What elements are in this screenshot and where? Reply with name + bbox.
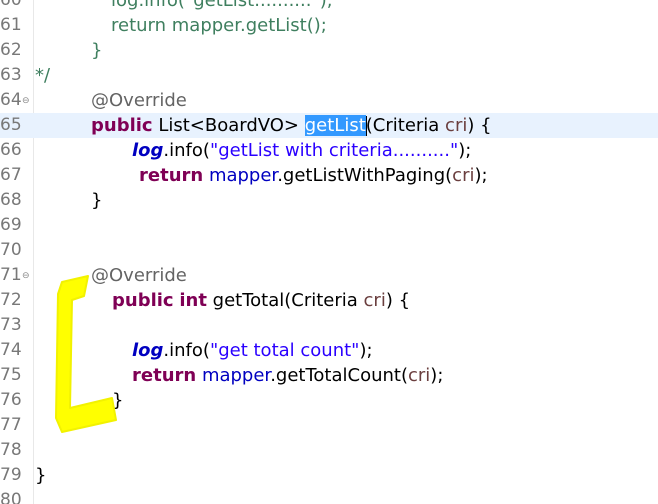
line-number: 70 bbox=[0, 240, 22, 260]
code-token: ); bbox=[458, 140, 472, 161]
code-line[interactable]: 61 return mapper.getList(); bbox=[0, 13, 658, 38]
line-number: 79 bbox=[0, 465, 22, 485]
line-number: 74 bbox=[0, 340, 22, 360]
code-token: .getListWithPaging( bbox=[277, 165, 453, 186]
code-token: "getList with criteria.........." bbox=[209, 140, 459, 161]
code-text[interactable]: public int getTotal(Criteria cri) { bbox=[112, 288, 410, 313]
code-line[interactable]: 66 log.info("getList with criteria.......… bbox=[0, 138, 658, 163]
code-line[interactable]: 71 ⊖ @Override bbox=[0, 263, 658, 288]
code-token: log.info("getList.........."); bbox=[111, 0, 333, 11]
code-token: log bbox=[132, 340, 164, 361]
code-line[interactable]: 62} bbox=[0, 38, 658, 63]
code-token: .info( bbox=[163, 340, 210, 361]
code-line[interactable]: 68} bbox=[0, 188, 658, 213]
code-token: ); bbox=[359, 340, 373, 361]
line-number: 78 bbox=[0, 440, 22, 460]
code-line[interactable]: 70 bbox=[0, 238, 658, 263]
line-number: 80 bbox=[0, 490, 22, 504]
code-line[interactable]: 60 log.info("getList.........."); bbox=[0, 0, 658, 13]
code-token: return bbox=[132, 365, 197, 386]
code-token: ); bbox=[474, 165, 488, 186]
code-token: } bbox=[91, 40, 103, 61]
line-number: 66 bbox=[0, 140, 22, 160]
code-line[interactable]: 74 log.info("get total count"); bbox=[0, 338, 658, 363]
line-number: 65 bbox=[0, 115, 22, 135]
code-text[interactable]: log.info("getList with criteria.........… bbox=[132, 138, 471, 163]
code-token: @Override bbox=[91, 90, 187, 111]
code-editor[interactable]: 60 log.info("getList.........."); 61 return… bbox=[0, 0, 658, 504]
code-text[interactable]: log.info("getList.........."); bbox=[111, 0, 333, 13]
line-number: 62 bbox=[0, 40, 22, 60]
code-token: .getTotalCount( bbox=[270, 365, 408, 386]
line-number: 61 bbox=[0, 15, 22, 35]
code-line[interactable]: 79} bbox=[0, 463, 658, 488]
code-text[interactable]: } bbox=[112, 388, 123, 413]
line-number: 63 bbox=[0, 65, 22, 85]
line-number: 69 bbox=[0, 215, 22, 235]
code-text[interactable]: return mapper.getList(); bbox=[111, 13, 327, 38]
code-token: } bbox=[35, 465, 47, 486]
code-token: ) { bbox=[385, 290, 411, 311]
fold-toggle-icon[interactable]: ⊖ bbox=[22, 264, 30, 289]
line-number: 76 bbox=[0, 390, 22, 410]
code-token: cri bbox=[363, 290, 386, 311]
code-text[interactable]: public List<BoardVO> getList(Criteria cr… bbox=[91, 113, 492, 138]
code-token: */ bbox=[35, 65, 51, 86]
code-token: return mapper.getList(); bbox=[111, 15, 327, 36]
code-token: cri bbox=[407, 365, 431, 386]
code-token: mapper bbox=[208, 165, 278, 186]
line-number: 72 bbox=[0, 290, 22, 310]
code-line[interactable]: 77 bbox=[0, 413, 658, 438]
line-number: 75 bbox=[0, 365, 22, 385]
line-number: 71 bbox=[0, 265, 22, 285]
line-number: 60 bbox=[0, 0, 22, 10]
code-token: return bbox=[139, 165, 204, 186]
code-token: "get total count" bbox=[209, 340, 360, 361]
code-token: public bbox=[112, 290, 174, 311]
line-number: 64 bbox=[0, 90, 22, 110]
code-text[interactable]: } bbox=[91, 188, 102, 213]
code-line[interactable]: 72 public int getTotal(Criteria cri) { bbox=[0, 288, 658, 313]
code-text[interactable]: log.info("get total count"); bbox=[132, 338, 373, 363]
code-token: mapper bbox=[201, 365, 271, 386]
code-token: int bbox=[179, 290, 207, 311]
code-line[interactable]: 63 */ bbox=[0, 63, 658, 88]
code-token: ) { bbox=[467, 115, 492, 136]
code-text[interactable]: @Override bbox=[91, 263, 187, 288]
fold-toggle-icon[interactable]: ⊖ bbox=[22, 89, 30, 114]
line-number: 67 bbox=[0, 165, 22, 185]
code-token: cri bbox=[445, 115, 468, 136]
selected-text: getList bbox=[304, 115, 366, 136]
code-line[interactable]: 64 ⊖ @Override bbox=[0, 88, 658, 113]
code-line[interactable]: 69 bbox=[0, 213, 658, 238]
code-line[interactable]: 75 return mapper.getTotalCount(cri); bbox=[0, 363, 658, 388]
code-text[interactable]: */ bbox=[35, 63, 50, 88]
line-number: 68 bbox=[0, 190, 22, 210]
code-line[interactable]: 80 bbox=[0, 488, 658, 504]
code-token: .info( bbox=[163, 140, 210, 161]
code-text[interactable]: return mapper.getTotalCount(cri); bbox=[132, 363, 443, 388]
code-token: log bbox=[132, 140, 164, 161]
code-token: getTotal(Criteria bbox=[206, 290, 364, 311]
code-token: List<BoardVO> bbox=[152, 115, 305, 136]
code-line[interactable]: 76} bbox=[0, 388, 658, 413]
code-token: cri bbox=[452, 165, 475, 186]
line-number: 73 bbox=[0, 315, 22, 335]
code-line[interactable]: 67 return mapper.getListWithPaging(cri); bbox=[0, 163, 658, 188]
line-number: 77 bbox=[0, 415, 22, 435]
code-token: public bbox=[91, 115, 153, 136]
code-text[interactable]: } bbox=[35, 463, 46, 488]
code-line[interactable]: 65 public List<BoardVO> getList(Criteria … bbox=[0, 113, 658, 138]
code-token: } bbox=[112, 390, 124, 411]
code-text[interactable]: } bbox=[91, 38, 102, 63]
code-text[interactable]: @Override bbox=[91, 88, 187, 113]
code-token: ); bbox=[430, 365, 444, 386]
code-token: @Override bbox=[91, 265, 187, 286]
code-line[interactable]: 73 bbox=[0, 313, 658, 338]
code-text[interactable]: return mapper.getListWithPaging(cri); bbox=[139, 163, 488, 188]
code-token: (Criteria bbox=[365, 115, 446, 136]
code-line[interactable]: 78 bbox=[0, 438, 658, 463]
code-token: } bbox=[91, 190, 103, 211]
